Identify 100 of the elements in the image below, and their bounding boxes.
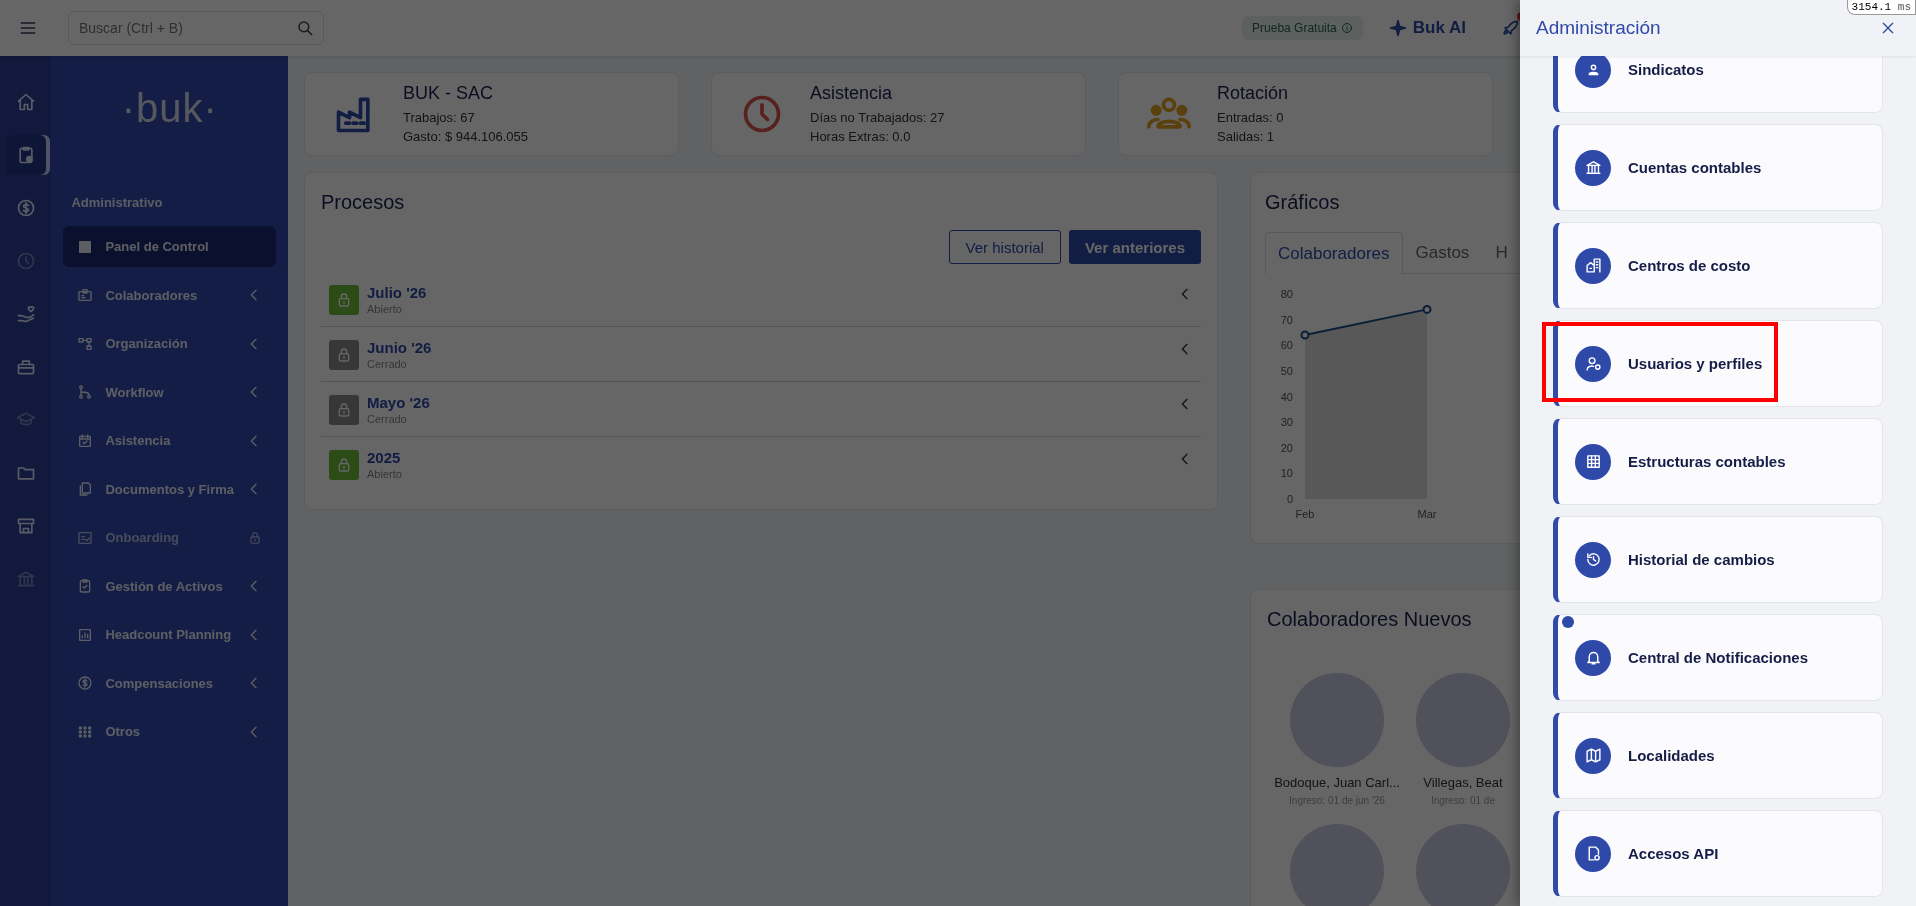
lock-icon (336, 456, 352, 473)
admin-item[interactable]: Centros de costo (1553, 222, 1883, 309)
process-name: Junio '26 (367, 339, 433, 356)
y-tick-label: 50 (1280, 364, 1293, 377)
chart-tab[interactable]: Colaboradores (1265, 232, 1403, 274)
employee-name: Bodoque, Juan Carl... (1274, 775, 1400, 790)
home-icon (15, 92, 36, 112)
data-point (1300, 330, 1310, 340)
admin-item[interactable]: Accesos API (1553, 810, 1883, 897)
card-stat: Entradas: 0 (1217, 108, 1285, 127)
chart-tab[interactable]: H (1482, 232, 1521, 273)
ai-button[interactable]: Buk AI (1388, 18, 1466, 38)
checklist-icon (77, 529, 94, 546)
admin-item[interactable]: Localidades (1553, 712, 1883, 799)
admin-item[interactable]: Sindicatos (1553, 56, 1883, 113)
card-title: Asistencia (810, 82, 894, 104)
building-icon (1575, 247, 1611, 284)
y-tick-label: 0 (1286, 493, 1293, 505)
card-title: BUK - SAC (403, 82, 495, 104)
process-name: 2025 (367, 449, 402, 466)
hand-heart-icon (15, 304, 36, 324)
panel-icon (77, 238, 94, 255)
people-icon (1575, 56, 1611, 88)
card-stat: Trabajos: 67 (403, 108, 476, 127)
y-tick-label: 30 (1280, 416, 1293, 429)
process-name: Mayo '26 (367, 394, 431, 411)
admin-item-label: Usuarios y perfiles (1628, 355, 1763, 372)
dollar-icon (77, 675, 94, 691)
sidebar-item[interactable]: Panel de Control (63, 226, 276, 267)
sidebar-item[interactable]: Colaboradores (63, 274, 276, 316)
grid-icon (1575, 443, 1611, 480)
timing-overlay: 3154.1 ms (1846, 0, 1916, 15)
y-tick-label: 40 (1280, 390, 1293, 403)
search-icon (296, 19, 314, 37)
sidebar-item[interactable]: Compensaciones (63, 662, 276, 704)
admin-item[interactable]: Historial de cambios (1553, 516, 1883, 603)
close-button[interactable] (1880, 20, 1896, 36)
y-tick-label: 20 (1280, 441, 1293, 454)
sidebar-item[interactable]: Otros (63, 711, 276, 752)
box-icon (15, 357, 36, 377)
card-heading: Colaboradores Nuevos (1267, 608, 1473, 631)
documents-icon (77, 481, 94, 497)
card-heading: Procesos (321, 191, 406, 214)
process-name: Julio '26 (367, 284, 428, 301)
admin-item-label: Central de Notificaciones (1628, 649, 1809, 666)
user-gear-icon (1575, 345, 1611, 382)
store-icon (15, 516, 36, 536)
card-heading: Gráficos (1265, 191, 1341, 214)
admin-item[interactable]: Central de Notificaciones (1553, 614, 1883, 701)
x-tick-label: Feb (1295, 508, 1315, 520)
map-icon (1575, 737, 1611, 774)
bank-icon (1575, 149, 1611, 186)
sidebar-item[interactable]: Gestión de Activos (63, 565, 276, 607)
admin-item-label: Accesos API (1628, 845, 1719, 862)
employee-name: Villegas, Beat (1423, 775, 1503, 790)
admin-item-label: Historial de cambios (1628, 551, 1775, 568)
y-tick-label: 70 (1280, 313, 1293, 326)
sidebar-item[interactable]: Documentos y Firma (63, 468, 276, 510)
lock-icon (248, 530, 262, 545)
sidebar-item[interactable]: Organización (63, 323, 276, 364)
bell-icon (1575, 639, 1611, 676)
admin-item-label: Estructuras contables (1628, 453, 1786, 470)
clock-icon (15, 251, 36, 271)
dollar-icon (15, 198, 36, 218)
admin-item-label: Sindicatos (1628, 61, 1704, 78)
card-stat: Gasto: $ 944.106.055 (403, 127, 529, 146)
y-tick-label: 60 (1280, 339, 1293, 352)
primary-button[interactable]: Ver anteriores (1068, 230, 1201, 264)
chart-tab[interactable]: Gastos (1402, 232, 1483, 273)
bank-icon (15, 569, 36, 589)
sidebar-item[interactable]: Workflow (63, 371, 276, 413)
card-title: Rotación (1217, 82, 1289, 104)
id-card-icon (77, 287, 94, 303)
sidebar-item[interactable]: Headcount Planning (63, 614, 276, 655)
outline-button[interactable]: Ver historial (948, 230, 1061, 264)
admin-item[interactable]: Cuentas contables (1553, 124, 1883, 211)
drawer-title: Administración (1536, 17, 1661, 39)
admin-item-label: Cuentas contables (1628, 159, 1762, 176)
sparkle-icon (1388, 19, 1407, 37)
grid-dots-icon (77, 723, 94, 740)
sidebar-item[interactable]: Asistencia (63, 420, 276, 461)
calendar-icon (77, 432, 94, 449)
lock-icon (336, 401, 352, 418)
admin-item[interactable]: Estructuras contables (1553, 418, 1883, 505)
admin-item-label: Centros de costo (1628, 257, 1751, 274)
rocket-icon (1500, 18, 1520, 38)
bar-chart-icon (77, 626, 94, 643)
admin-item-label: Localidades (1628, 747, 1715, 764)
history-icon (1575, 541, 1611, 578)
lock-icon (336, 291, 352, 308)
y-tick-label: 10 (1280, 467, 1293, 480)
card-stat: Horas Extras: 0.0 (810, 127, 912, 146)
section-title: Administrativo (70, 194, 164, 212)
branch-icon (77, 384, 94, 400)
lock-icon (336, 346, 352, 363)
card-stat: Salidas: 1 (1217, 127, 1276, 146)
logo: ·buk· (120, 85, 219, 132)
org-chart-icon (77, 335, 94, 352)
trial-badge[interactable]: Prueba Gratuita (1242, 16, 1363, 40)
x-tick-label: Mar (1417, 508, 1437, 520)
